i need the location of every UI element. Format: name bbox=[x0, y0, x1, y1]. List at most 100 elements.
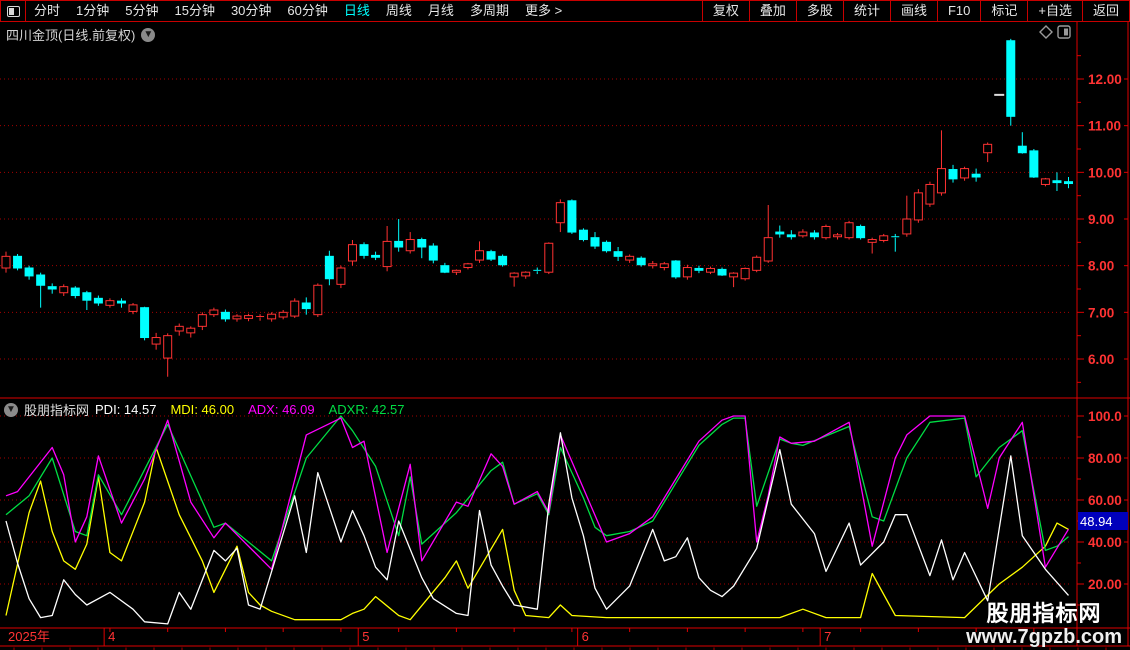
price-axis-label: 8.00 bbox=[1088, 259, 1114, 274]
candle-7 bbox=[82, 290, 92, 310]
chart-canvas[interactable]: 12.00 11.00 10.00 9.00 8.00 7.00 6.00 100.0 80.0… bbox=[0, 0, 1130, 650]
period-menu-item-10[interactable]: 更多 > bbox=[517, 1, 570, 21]
indicator-axis-label: 80.00 bbox=[1088, 451, 1122, 466]
candle-91 bbox=[1052, 172, 1062, 191]
candle-24 bbox=[278, 309, 288, 320]
candle-75 bbox=[867, 237, 877, 254]
candle-73 bbox=[844, 220, 854, 240]
candle-77 bbox=[891, 233, 900, 252]
candle-92 bbox=[1064, 176, 1074, 189]
candle-87 bbox=[1006, 38, 1016, 126]
indicator-source: 股朋指标网 bbox=[24, 403, 90, 418]
period-menu-item-1[interactable]: 1分钟 bbox=[68, 1, 117, 21]
mdi-readout: MDI: 46.00 bbox=[170, 402, 235, 417]
candle-18 bbox=[209, 307, 219, 317]
candle-14 bbox=[163, 333, 173, 377]
diamond-icon[interactable] bbox=[1039, 25, 1053, 39]
watermark-brand: 股朋指标网 bbox=[986, 600, 1102, 626]
candle-41 bbox=[475, 241, 485, 263]
period-menu-item-5[interactable]: 60分钟 bbox=[279, 1, 335, 21]
candle-65 bbox=[752, 255, 762, 273]
candle-40 bbox=[463, 262, 473, 270]
candle-30 bbox=[347, 239, 357, 266]
candle-61 bbox=[705, 266, 715, 275]
candle-63 bbox=[729, 272, 739, 288]
adx-readout: ADX: 46.09 bbox=[248, 402, 315, 417]
candle-69 bbox=[798, 229, 808, 238]
candle-51 bbox=[590, 232, 600, 249]
indicator-axis-label: 60.00 bbox=[1088, 493, 1122, 508]
toolbar-actions: 复权 叠加 多股 统计 画线 F10 标记 +自选 返回 bbox=[701, 1, 1129, 21]
candle-10 bbox=[116, 298, 126, 308]
trading-terminal: 分时 1分钟 5分钟 15分钟 30分钟 60分钟 日线 周线 月线 多周期 更多 > 复权 叠加 多股… bbox=[0, 0, 1130, 650]
candle-84 bbox=[971, 168, 981, 182]
candle-33 bbox=[382, 225, 392, 272]
toolbar-button-3[interactable]: 统计 bbox=[842, 1, 890, 21]
candle-58 bbox=[671, 260, 681, 279]
axis-value-highlight: 48.94 bbox=[1078, 512, 1128, 530]
candle-71 bbox=[821, 224, 831, 240]
candle-23 bbox=[267, 312, 277, 322]
candle-72 bbox=[833, 232, 843, 240]
chart-title-row: 四川金顶(日线.前复权) ▼ bbox=[6, 25, 156, 44]
price-axis-label: 7.00 bbox=[1088, 305, 1114, 320]
period-menu-item-3[interactable]: 15分钟 bbox=[166, 1, 222, 21]
candle-32 bbox=[371, 251, 381, 261]
watermark-url: www.7gpzb.com bbox=[966, 626, 1122, 648]
candle-0 bbox=[1, 251, 11, 273]
candle-8 bbox=[93, 295, 103, 306]
candle-45 bbox=[521, 271, 531, 279]
candle-48 bbox=[555, 199, 565, 233]
period-menu-item-6[interactable]: 日线 bbox=[336, 1, 378, 21]
indicator-line-adxr bbox=[5, 415, 1069, 562]
candle-35 bbox=[405, 232, 415, 254]
period-menu-item-8[interactable]: 月线 bbox=[420, 1, 462, 21]
period-menu-item-4[interactable]: 30分钟 bbox=[223, 1, 279, 21]
candle-90 bbox=[1040, 177, 1050, 187]
candle-68 bbox=[786, 230, 796, 240]
candle-79 bbox=[913, 189, 923, 223]
candle-49 bbox=[567, 199, 577, 234]
candle-6 bbox=[70, 286, 80, 299]
chevron-down-icon[interactable]: ▼ bbox=[141, 27, 156, 42]
candle-1 bbox=[13, 253, 23, 271]
toolbar-button-7[interactable]: +自选 bbox=[1027, 1, 1082, 21]
candle-25 bbox=[290, 298, 300, 318]
toolbar-button-6[interactable]: 标记 bbox=[980, 1, 1027, 21]
toolbar-button-0[interactable]: 复权 bbox=[701, 1, 749, 21]
period-menu-item-0[interactable]: 分时 bbox=[26, 1, 68, 21]
indicator-axis-label: 40.00 bbox=[1088, 535, 1122, 550]
candle-70 bbox=[809, 230, 819, 240]
month-label: 7 bbox=[824, 629, 831, 644]
candle-2 bbox=[24, 265, 34, 280]
toolbar-button-8[interactable]: 返回 bbox=[1081, 1, 1129, 21]
period-menu-item-2[interactable]: 5分钟 bbox=[117, 1, 166, 21]
split-panel-icon bbox=[6, 5, 20, 17]
pdi-readout: PDI: 14.57 bbox=[95, 402, 157, 417]
price-axis-label: 10.00 bbox=[1088, 165, 1122, 180]
panel-layout-icon-fill bbox=[1064, 28, 1068, 36]
period-menu-item-9[interactable]: 多周期 bbox=[462, 1, 517, 21]
panel-toggle-button[interactable] bbox=[1, 1, 26, 21]
price-axis-label: 9.00 bbox=[1088, 212, 1114, 227]
indicator-line-mdi bbox=[5, 446, 1069, 621]
candle-11 bbox=[128, 302, 138, 315]
candle-53 bbox=[613, 246, 623, 261]
candle-46 bbox=[533, 267, 542, 275]
candle-26 bbox=[301, 297, 311, 315]
candle-16 bbox=[186, 326, 196, 338]
chevron-down-icon[interactable]: ▼ bbox=[4, 402, 18, 417]
candle-13 bbox=[151, 332, 161, 350]
candle-12 bbox=[140, 306, 150, 341]
period-menu-item-7[interactable]: 周线 bbox=[378, 1, 420, 21]
price-axis-label: 12.00 bbox=[1088, 72, 1122, 87]
candle-54 bbox=[625, 254, 635, 263]
toolbar-button-4[interactable]: 画线 bbox=[889, 1, 937, 21]
toolbar-button-5[interactable]: F10 bbox=[936, 1, 980, 21]
indicator-header: ▼ 股朋指标网 PDI: 14.57 MDI: 46.00 ADX: 46.09… bbox=[4, 400, 413, 419]
toolbar-button-2[interactable]: 多股 bbox=[795, 1, 843, 21]
toolbar-button-1[interactable]: 叠加 bbox=[748, 1, 796, 21]
candle-36 bbox=[417, 237, 427, 259]
candle-38 bbox=[440, 262, 450, 274]
candle-85 bbox=[983, 142, 993, 163]
